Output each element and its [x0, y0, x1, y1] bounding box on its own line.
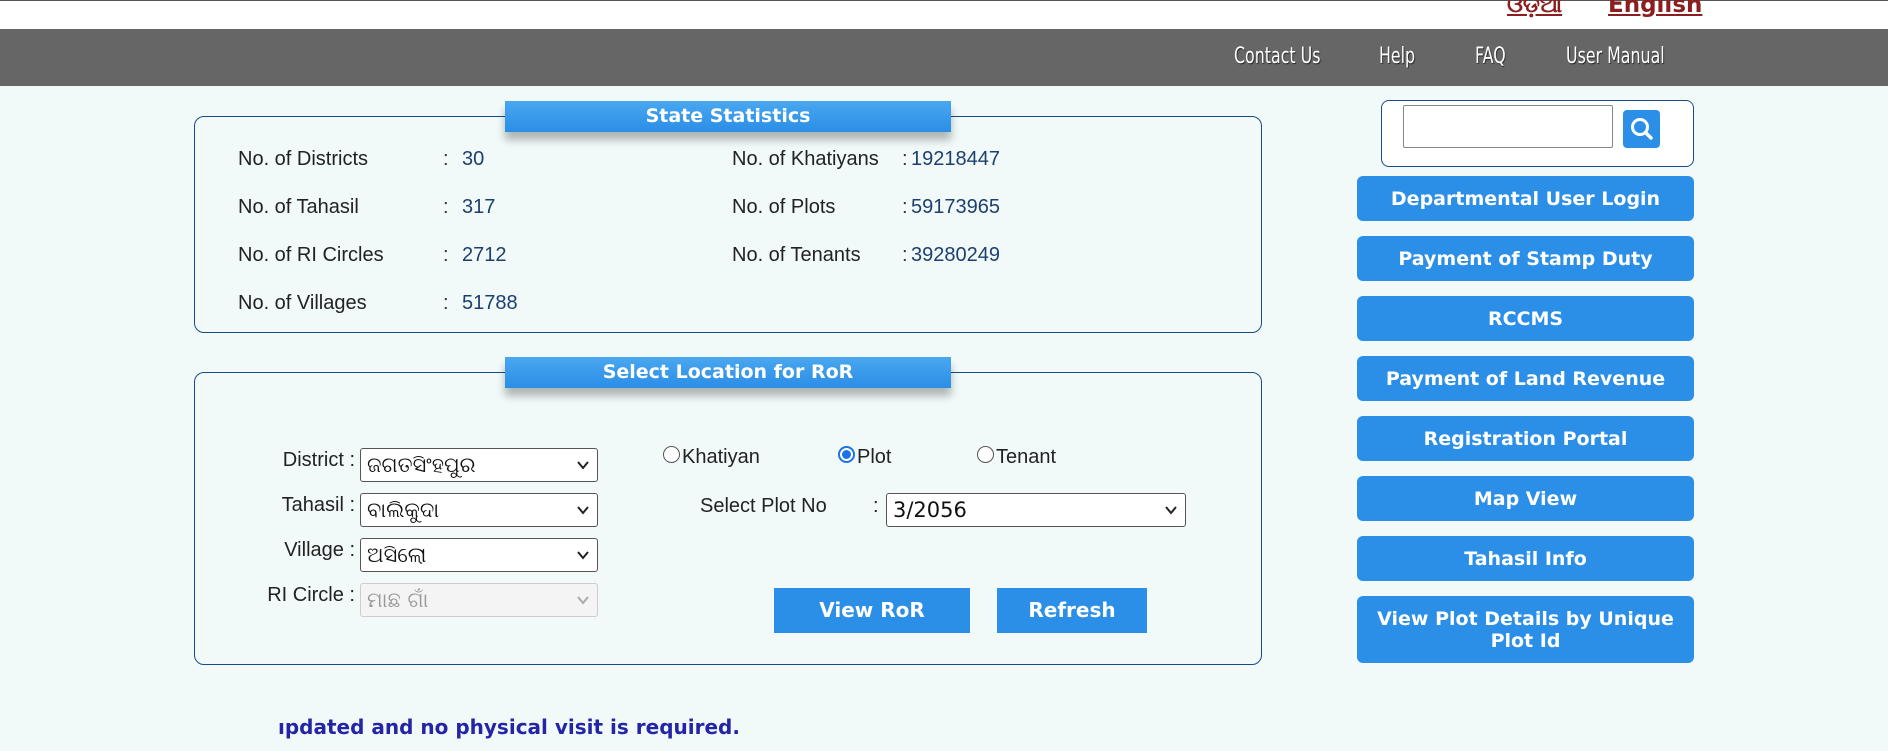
tahasil-info-button[interactable]: Tahasil Info	[1357, 536, 1694, 581]
tenants-value: 39280249	[911, 244, 1000, 266]
chevron-down-icon	[577, 551, 589, 560]
registration-portal-button[interactable]: Registration Portal	[1357, 416, 1694, 461]
view-ror-button[interactable]: View RoR	[774, 588, 970, 633]
tenants-colon: :	[902, 244, 908, 266]
tahasil-select[interactable]: ବାଲିକୁଦା	[360, 493, 598, 527]
rccms-button[interactable]: RCCMS	[1357, 296, 1694, 341]
language-english-link[interactable]: English	[1608, 0, 1702, 18]
villages-value: 51788	[462, 292, 518, 314]
districts-label: No. of Districts	[238, 148, 369, 170]
villages-colon: :	[443, 292, 449, 314]
nav-help[interactable]: Help	[1379, 44, 1415, 69]
villages-label: No. of Villages	[238, 292, 367, 314]
refresh-button[interactable]: Refresh	[997, 588, 1147, 633]
radio-khatiyan[interactable]	[663, 446, 680, 463]
district-select-value: ଜଗତସିଂହପୁର	[367, 453, 476, 477]
search-button[interactable]	[1623, 110, 1660, 148]
radio-tenant[interactable]	[977, 446, 994, 463]
plots-colon: :	[902, 196, 908, 218]
ri-circles-colon: :	[443, 244, 449, 266]
ri-circle-select-value: ମାଛ ଗାଁ	[367, 588, 429, 612]
top-navbar: Contact Us Help FAQ User Manual	[0, 29, 1888, 86]
plot-no-colon: :	[873, 495, 879, 517]
village-select[interactable]: ଅସିଲୋ	[360, 538, 598, 572]
tahasil-colon: :	[443, 196, 449, 218]
nav-user-manual[interactable]: User Manual	[1566, 44, 1665, 69]
plots-value: 59173965	[911, 196, 1000, 218]
radio-plot-label: Plot	[857, 446, 892, 468]
chevron-down-icon	[577, 461, 589, 470]
ri-circle-select: ମାଛ ଗାଁ	[360, 583, 598, 617]
plot-no-select[interactable]: 3/2056	[886, 493, 1186, 527]
khatiyans-label: No. of Khatiyans	[732, 148, 879, 170]
khatiyans-value: 19218447	[911, 148, 1000, 170]
khatiyans-colon: :	[902, 148, 908, 170]
chevron-down-icon	[577, 596, 589, 605]
tahasil-select-label: Tahasil :	[281, 494, 355, 516]
search-input[interactable]	[1403, 105, 1613, 148]
search-icon	[1631, 118, 1653, 140]
scrolling-notice: ıpdated and no physical visit is require…	[278, 715, 740, 739]
search-box	[1381, 100, 1694, 167]
land-revenue-button[interactable]: Payment of Land Revenue	[1357, 356, 1694, 401]
districts-value: 30	[462, 148, 485, 170]
stamp-duty-button[interactable]: Payment of Stamp Duty	[1357, 236, 1694, 281]
village-select-value: ଅସିଲୋ	[367, 543, 427, 567]
departmental-login-button[interactable]: Departmental User Login	[1357, 176, 1694, 221]
tahasil-select-value: ବାଲିକୁଦା	[367, 498, 440, 522]
districts-colon: :	[443, 148, 449, 170]
ri-circle-label: RI Circle :	[267, 584, 355, 606]
village-label: Village :	[284, 539, 355, 561]
radio-plot[interactable]	[838, 446, 855, 463]
chevron-down-icon	[577, 506, 589, 515]
language-odia-link[interactable]: ଓଡ଼ିଆ	[1507, 0, 1562, 18]
plot-no-select-value: 3/2056	[893, 498, 967, 522]
top-language-bar: ଓଡ଼ିଆ English	[0, 0, 1888, 29]
nav-faq[interactable]: FAQ	[1475, 44, 1506, 69]
chevron-down-icon	[1165, 506, 1177, 515]
ri-circles-label: No. of RI Circles	[238, 244, 384, 266]
plot-details-unique-id-button[interactable]: View Plot Details by Unique Plot Id	[1357, 596, 1694, 663]
district-select[interactable]: ଜଗତସିଂହପୁର	[360, 448, 598, 482]
radio-khatiyan-label: Khatiyan	[682, 446, 760, 468]
plots-label: No. of Plots	[732, 196, 836, 218]
map-view-button[interactable]: Map View	[1357, 476, 1694, 521]
select-location-title: Select Location for RoR	[505, 357, 951, 388]
tahasil-label: No. of Tahasil	[238, 196, 359, 218]
ri-circles-value: 2712	[462, 244, 507, 266]
nav-contact-us[interactable]: Contact Us	[1234, 44, 1321, 69]
tenants-label: No. of Tenants	[732, 244, 861, 266]
radio-tenant-label: Tenant	[996, 446, 1057, 468]
tahasil-value: 317	[462, 196, 496, 218]
state-statistics-title: State Statistics	[505, 101, 951, 132]
plot-no-label: Select Plot No	[700, 495, 827, 517]
district-label: District :	[282, 449, 355, 471]
